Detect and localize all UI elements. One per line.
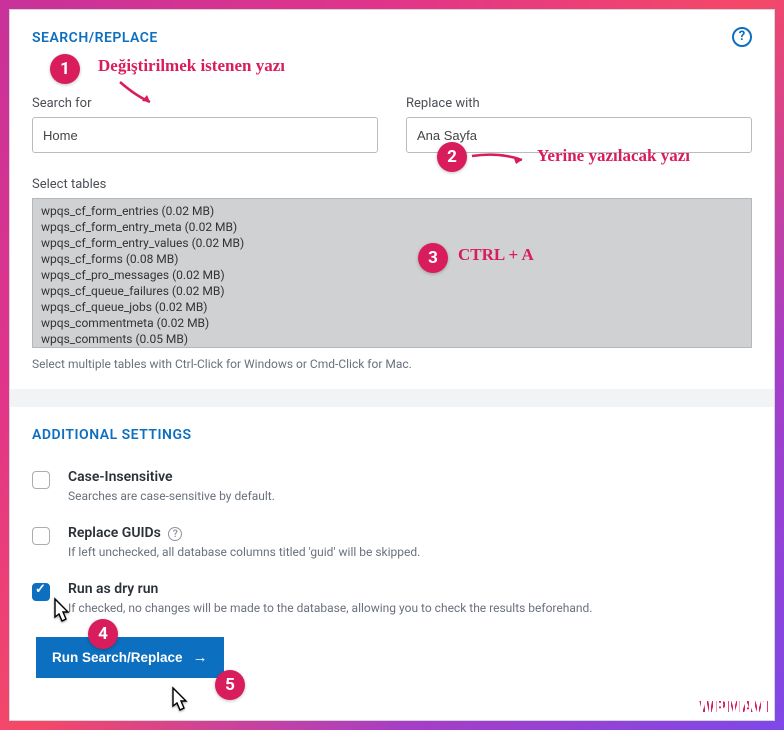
setting-label: Case-Insensitive [68,469,275,485]
checkbox-dry-run[interactable] [32,583,50,601]
setting-desc: If checked, no changes will be made to t… [68,601,592,615]
setting-label: Replace GUIDs ? [68,525,420,541]
search-input[interactable] [32,117,378,153]
help-icon[interactable]: ? [168,527,182,541]
annotation-text-1: Değiştirilmek istenen yazı [98,56,285,76]
tables-hint: Select multiple tables with Ctrl-Click f… [32,357,752,371]
setting-desc: Searches are case-sensitive by default. [68,489,275,503]
setting-replace-guids: Replace GUIDs ? If left unchecked, all d… [32,525,752,559]
help-icon[interactable]: ? [732,27,752,47]
watermark: WPMAVI [699,699,770,717]
list-item[interactable]: wpqs_cf_queue_jobs (0.02 MB) [41,299,743,315]
list-item[interactable]: wpqs_comments (0.05 MB) [41,331,743,347]
setting-case-insensitive: Case-Insensitive Searches are case-sensi… [32,469,752,503]
arrow-right-icon: → [193,649,208,666]
table-list[interactable]: wpqs_cf_form_entries (0.02 MB) wpqs_cf_f… [32,198,752,348]
section-title: ADDITIONAL SETTINGS [32,427,752,443]
additional-settings-section: ADDITIONAL SETTINGS Case-Insensitive Sea… [10,407,774,688]
search-label: Search for [32,96,378,111]
annotation-arrow-2 [470,150,530,170]
list-item[interactable]: wpqs_cf_form_entry_meta (0.02 MB) [41,219,743,235]
run-search-replace-button[interactable]: Run Search/Replace → [36,637,224,678]
button-label: Run Search/Replace [52,650,183,665]
section-title: SEARCH/REPLACE [32,30,752,46]
divider [10,389,774,407]
annotation-text-2: Yerine yazılacak yazı [537,146,690,166]
list-item[interactable]: wpqs_commentmeta (0.02 MB) [41,315,743,331]
annotation-badge-5: 5 [215,670,245,700]
list-item[interactable]: wpqs_cf_pro_messages (0.02 MB) [41,267,743,283]
setting-dry-run: Run as dry run If checked, no changes wi… [32,581,752,615]
setting-label: Run as dry run [68,581,592,597]
setting-desc: If left unchecked, all database columns … [68,545,420,559]
checkbox-replace-guids[interactable] [32,527,50,545]
annotation-badge-1: 1 [50,54,80,84]
annotation-text-3: CTRL + A [458,245,534,265]
search-field: Search for [32,96,378,153]
list-item[interactable]: wpqs_cf_form_entry_values (0.02 MB) [41,235,743,251]
annotation-badge-3: 3 [418,243,448,273]
annotation-badge-2: 2 [437,142,467,172]
list-item[interactable]: wpqs_e_events (0 MB) [41,347,743,348]
checkbox-case-insensitive[interactable] [32,471,50,489]
list-item[interactable]: wpqs_cf_queue_failures (0.02 MB) [41,283,743,299]
select-tables-label: Select tables [32,177,752,192]
replace-label: Replace with [406,96,752,111]
annotation-badge-4: 4 [88,619,118,649]
list-item[interactable]: wpqs_cf_forms (0.08 MB) [41,251,743,267]
annotation-arrow-1 [116,78,156,108]
list-item[interactable]: wpqs_cf_form_entries (0.02 MB) [41,203,743,219]
settings-panel: SEARCH/REPLACE ? Search for Replace with… [9,9,775,721]
